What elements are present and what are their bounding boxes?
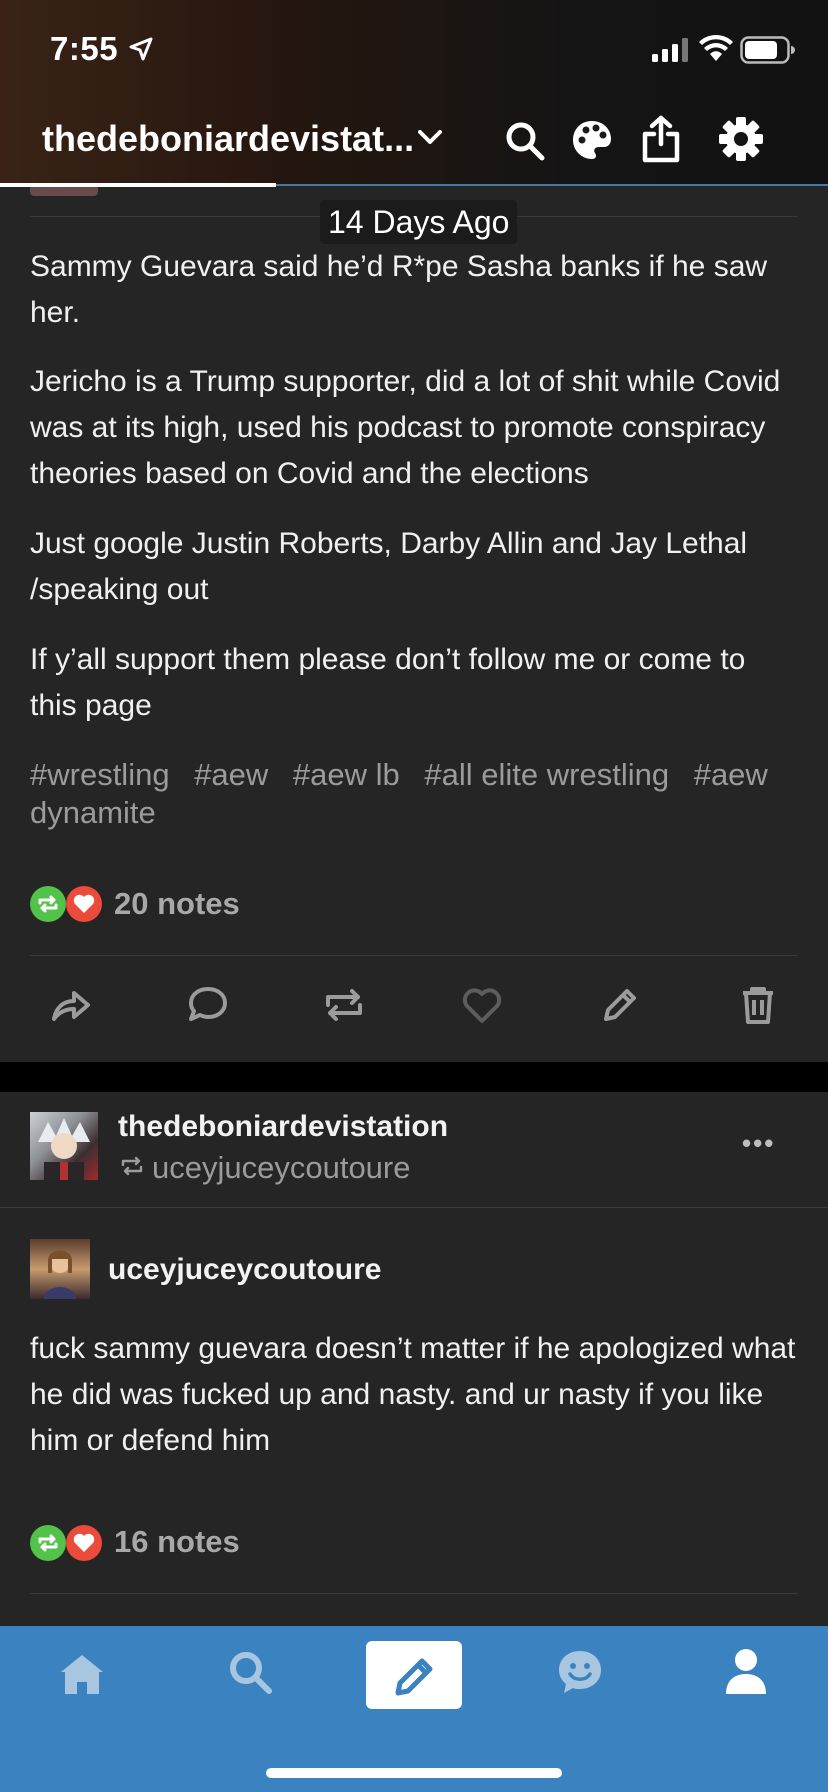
like-badge-icon xyxy=(66,1525,102,1561)
notes-icons xyxy=(30,886,104,922)
post-1-paragraph-1: Sammy Guevara said he’d R*pe Sasha banks… xyxy=(30,250,768,329)
location-arrow-icon xyxy=(128,36,154,62)
wifi-icon xyxy=(698,34,734,62)
delete-icon[interactable] xyxy=(736,983,780,1027)
battery-icon xyxy=(740,36,796,64)
blog-name[interactable]: thedeboniardevistation xyxy=(118,1110,448,1144)
tag[interactable]: #all elite wrestling xyxy=(424,757,669,792)
search-icon[interactable] xyxy=(504,120,546,162)
post-1-avatar-partial xyxy=(30,186,98,196)
tag[interactable]: #wrestling xyxy=(30,757,170,792)
share-icon[interactable] xyxy=(640,114,682,164)
activity-icon[interactable] xyxy=(556,1648,604,1696)
tag[interactable]: #aew lb xyxy=(293,757,400,792)
author-avatar[interactable] xyxy=(30,1239,90,1299)
compose-button[interactable] xyxy=(366,1641,462,1709)
tag[interactable]: #aew xyxy=(194,757,268,792)
reblog-small-icon xyxy=(120,1154,144,1178)
post-gap xyxy=(0,1062,828,1092)
notes-count[interactable]: 16 notes xyxy=(114,1524,240,1560)
blog-avatar[interactable] xyxy=(30,1112,98,1180)
reblogged-from[interactable]: uceyjuceycoutoure xyxy=(152,1150,411,1186)
reblog-badge-icon xyxy=(30,886,66,922)
signal-icon xyxy=(652,38,690,62)
post-1-tags: #wrestling #aew #aew lb #all elite wrest… xyxy=(30,756,800,832)
edit-icon[interactable] xyxy=(598,983,642,1027)
search-icon[interactable] xyxy=(226,1648,274,1696)
tab-track xyxy=(276,184,828,186)
post-2-body: fuck sammy guevara doesn’t matter if he … xyxy=(30,1332,796,1457)
like-icon[interactable] xyxy=(460,983,504,1027)
status-bar: 7:55 xyxy=(0,0,828,100)
account-icon[interactable] xyxy=(722,1646,770,1696)
chevron-down-icon[interactable] xyxy=(416,126,444,148)
bottom-nav xyxy=(0,1626,828,1792)
timestamp-label: 14 Days Ago xyxy=(320,200,518,244)
palette-icon[interactable] xyxy=(570,118,614,162)
top-bar: 7:55 thedeboniardevistat... xyxy=(0,0,828,187)
divider xyxy=(0,1207,828,1208)
post-1-paragraph-3: Just google Justin Roberts, Darby Allin … xyxy=(30,527,748,606)
compose-icon xyxy=(390,1651,440,1701)
status-time: 7:55 xyxy=(50,30,119,67)
home-icon[interactable] xyxy=(58,1650,106,1698)
gear-icon[interactable] xyxy=(718,116,764,162)
post-1-paragraph-4: If y’all support them please don’t follo… xyxy=(30,643,746,722)
notes-icons xyxy=(30,1525,104,1561)
blog-selector[interactable]: thedeboniardevistat... xyxy=(42,118,414,160)
notes-count[interactable]: 20 notes xyxy=(114,886,240,922)
post-1-paragraph-2: Jericho is a Trump supporter, did a lot … xyxy=(30,365,781,490)
like-badge-icon xyxy=(66,886,102,922)
reblog-icon[interactable] xyxy=(322,983,366,1027)
divider xyxy=(30,955,798,956)
more-options-icon[interactable]: ••• xyxy=(742,1128,775,1159)
reply-icon[interactable] xyxy=(186,983,230,1027)
divider xyxy=(30,1593,798,1594)
share-icon[interactable] xyxy=(48,983,92,1027)
tab-indicator xyxy=(0,183,276,187)
reblog-badge-icon xyxy=(30,1525,66,1561)
author-name[interactable]: uceyjuceycoutoure xyxy=(108,1253,381,1287)
home-indicator xyxy=(266,1768,562,1778)
